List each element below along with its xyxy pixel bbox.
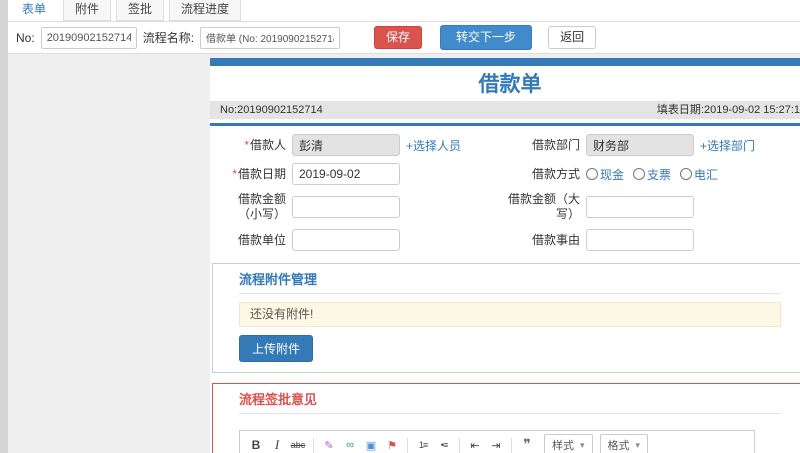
borrower-label: *借款人 [244,137,286,152]
borrower-input[interactable] [292,134,400,157]
loan-method-label: 借款方式 [531,166,580,181]
select-department-link[interactable]: +选择部门 [700,137,800,154]
panel-divider [239,413,781,415]
toolbar: No: 流程名称: 保存 转交下一步 返回 [8,22,800,54]
loan-reason-label: 借款事由 [531,232,580,247]
tab-form[interactable]: 表单 [10,0,59,21]
approval-panel: 流程签批意见 B I abc ✎ ∞ ▣ ⚑ 1≡ •≡ ⇤ ⇥ ❞ 样式 ▾ … [212,383,800,453]
department-label: 借款部门 [531,137,580,152]
loan-date-input[interactable] [292,163,400,186]
required-mark: * [244,137,249,152]
blockquote-icon[interactable]: ❞ [517,435,537,453]
toolbar-separator [313,437,314,453]
no-attachments-alert: 还没有附件! [239,302,781,328]
no-input[interactable] [40,26,137,49]
no-label: No: [16,30,35,45]
chevron-down-icon: ▾ [580,439,585,450]
doc-number: No:20190902152714 [220,104,323,117]
meta-bar: No:20190902152714 填表日期:2019-09-02 15:27:… [210,101,800,120]
save-button[interactable]: 保存 [374,26,423,49]
amount-upper-label: 借款金额（大写） [507,192,580,222]
tab-approve[interactable]: 签批 [116,0,165,21]
amount-upper-input[interactable] [586,196,694,219]
flag-icon[interactable]: ⚑ [382,435,402,453]
toolbar-separator [511,437,512,453]
next-step-button[interactable]: 转交下一步 [440,25,533,50]
indent-icon[interactable]: ⇥ [486,435,506,453]
main-area: 借款单 No:20190902152714 填表日期:2019-09-02 15… [8,54,800,453]
cash-radio[interactable] [586,168,598,181]
attachments-panel: 流程附件管理 还没有附件! 上传附件 [212,263,800,374]
unordered-list-icon[interactable]: •≡ [434,435,454,453]
method-option-check[interactable]: 支票 [633,166,671,183]
page: 表单 附件 签批 流程进度 No: 流程名称: 保存 转交下一步 返回 借款单 … [0,0,800,453]
approval-title: 流程签批意见 [239,392,318,408]
tab-bar: 表单 附件 签批 流程进度 [8,0,800,22]
tab-progress[interactable]: 流程进度 [169,0,242,21]
wire-radio[interactable] [680,168,693,181]
loan-reason-input[interactable] [586,229,694,252]
toolbar-separator [459,437,460,453]
form-card: 借款单 No:20190902152714 填表日期:2019-09-02 15… [210,58,800,453]
amount-lower-label: 借款金额（小写） [237,192,286,222]
department-input[interactable] [586,134,694,157]
rich-text-editor: B I abc ✎ ∞ ▣ ⚑ 1≡ •≡ ⇤ ⇥ ❞ 样式 ▾ 格式 ▾ [239,430,755,453]
method-option-cash[interactable]: 现金 [586,166,624,183]
style-select[interactable]: 样式 ▾ [544,434,593,453]
process-name-input[interactable] [200,26,341,49]
select-person-link[interactable]: +选择人员 [406,137,486,154]
loan-unit-input[interactable] [292,229,400,252]
tab-attachment[interactable]: 附件 [63,0,112,21]
toolbar-separator [407,437,408,453]
loan-date-label: *借款日期 [232,166,286,181]
left-gutter [0,0,8,453]
ordered-list-icon[interactable]: 1≡ [413,435,433,453]
format-select[interactable]: 格式 ▾ [599,434,649,453]
loan-unit-label: 借款单位 [237,232,286,247]
italic-icon[interactable]: I [267,435,287,453]
card-top-accent [210,58,800,66]
doc-date: 填表日期:2019-09-02 15:27:1 [656,104,800,117]
panel-divider [239,293,781,295]
back-button[interactable]: 返回 [548,26,597,49]
link-icon[interactable]: ∞ [340,435,360,453]
bold-icon[interactable]: B [246,435,266,453]
format-brush-icon[interactable]: ✎ [319,435,339,453]
strikethrough-icon[interactable]: abc [288,435,308,453]
image-icon[interactable]: ▣ [361,435,381,453]
method-option-wire[interactable]: 电汇 [680,166,718,183]
content-area: 表单 附件 签批 流程进度 No: 流程名称: 保存 转交下一步 返回 借款单 … [8,0,800,453]
amount-lower-input[interactable] [292,196,400,219]
process-name-label: 流程名称: [142,31,195,45]
check-radio[interactable] [633,168,646,181]
attachments-title: 流程附件管理 [239,272,318,288]
page-title: 借款单 [478,73,542,96]
editor-toolbar: B I abc ✎ ∞ ▣ ⚑ 1≡ •≡ ⇤ ⇥ ❞ 样式 ▾ 格式 ▾ [240,431,754,453]
upload-attachment-button[interactable]: 上传附件 [239,335,314,363]
chevron-down-icon: ▾ [635,439,641,450]
outdent-icon[interactable]: ⇤ [465,435,485,453]
required-mark: * [232,166,237,181]
loan-form: *借款人 +选择人员 借款部门 +选择部门 *借款日期 借款方式 现金 支票 电… [210,126,800,259]
loan-method-radio-group: 现金 支票 电汇 [586,166,800,183]
